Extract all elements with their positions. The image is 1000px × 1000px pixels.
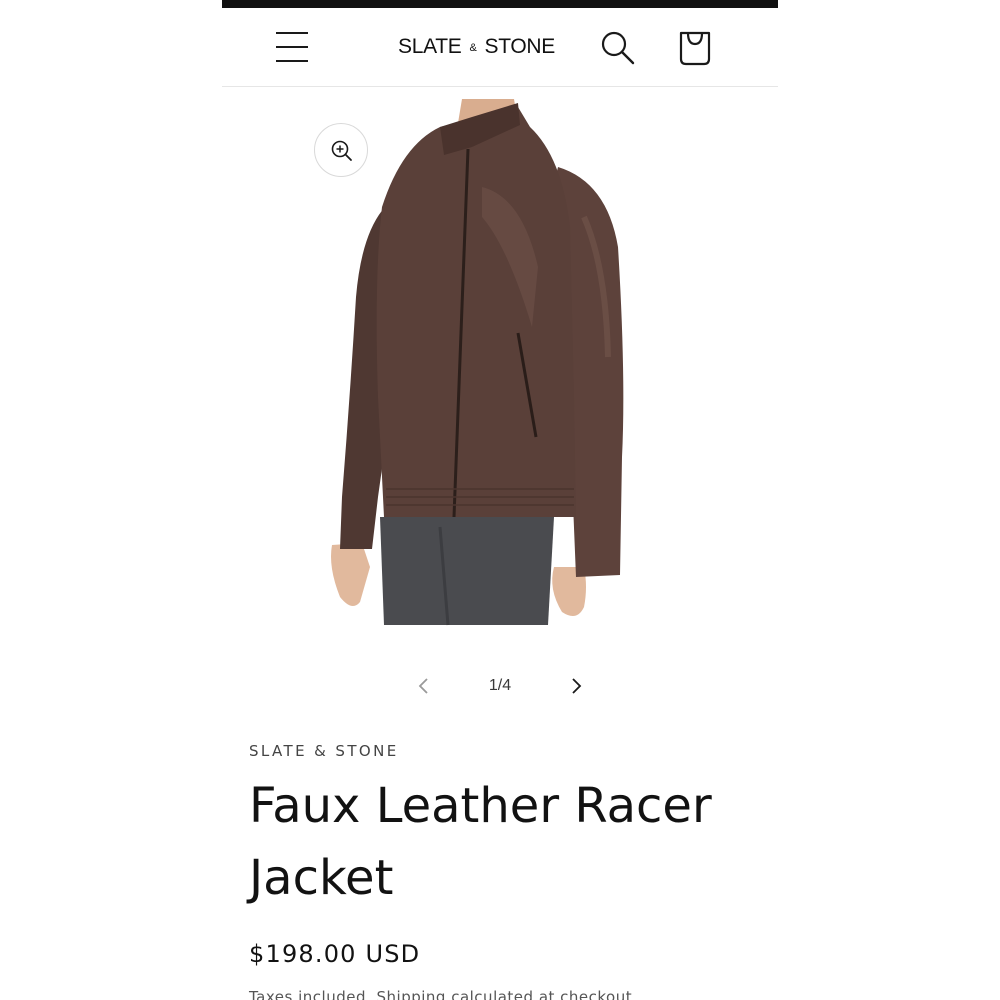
next-slide-button[interactable] xyxy=(564,674,588,698)
search-button[interactable] xyxy=(600,30,636,66)
slide-counter: 1/4 xyxy=(488,677,512,694)
brand-logo-amp: & xyxy=(469,42,477,54)
site-header: SLATE & STONE xyxy=(222,8,778,87)
previous-slide-button[interactable] xyxy=(412,674,436,698)
zoom-button[interactable] xyxy=(314,123,368,177)
brand-logo-left: SLATE xyxy=(398,35,462,58)
cart-button[interactable] xyxy=(677,29,713,67)
chevron-left-icon xyxy=(418,678,428,694)
product-image[interactable] xyxy=(322,97,662,627)
menu-button[interactable] xyxy=(274,30,310,64)
product-vendor: SLATE & STONE xyxy=(249,742,399,760)
chevron-right-icon xyxy=(572,678,582,694)
search-icon xyxy=(601,31,635,65)
brand-logo-right: STONE xyxy=(484,35,556,58)
zoom-in-icon xyxy=(331,140,352,161)
tax-shipping-note: Taxes included. Shipping calculated at c… xyxy=(249,988,638,1000)
product-price: $198.00 USD xyxy=(249,940,421,968)
page-frame: SLATE & STONE 1/4 SLATE & STONE Faux Lea… xyxy=(222,0,778,1000)
announcement-bar xyxy=(222,0,778,8)
cart-icon xyxy=(679,31,711,66)
slider-controls: 1/4 xyxy=(222,670,778,702)
product-media-gallery xyxy=(222,87,778,647)
product-title: Faux Leather Racer Jacket xyxy=(249,778,712,906)
brand-logo[interactable]: SLATE & STONE xyxy=(398,32,558,62)
menu-icon xyxy=(276,32,308,34)
